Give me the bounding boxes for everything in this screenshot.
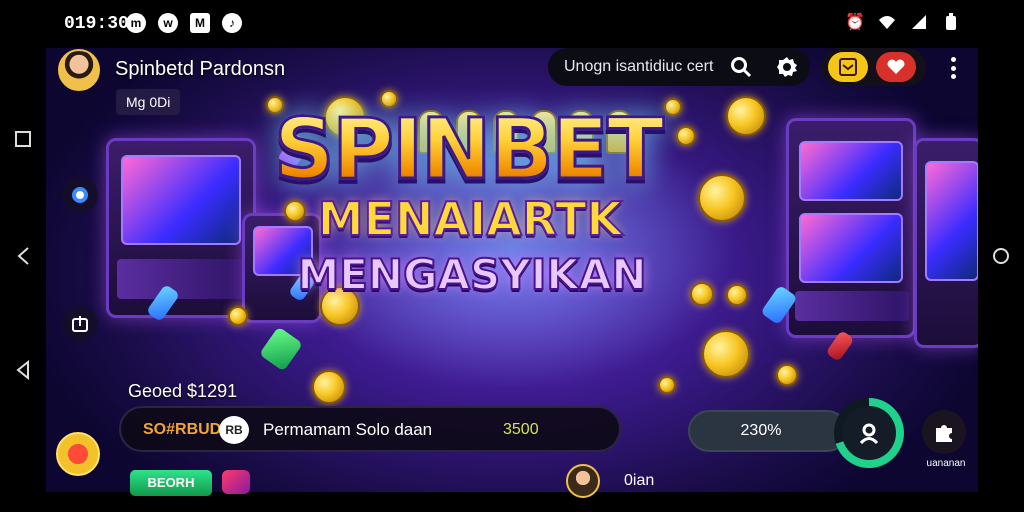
player-tag: Mg 0Di xyxy=(116,89,181,115)
chip-avatar-icon[interactable] xyxy=(56,432,100,476)
gift-icon[interactable] xyxy=(828,52,868,82)
system-nav-left xyxy=(0,0,46,512)
green-action-button[interactable]: BEORH xyxy=(130,470,212,496)
player-avatar[interactable] xyxy=(58,49,100,91)
battery-icon xyxy=(942,13,960,31)
back-icon[interactable] xyxy=(11,244,35,268)
gear-icon[interactable] xyxy=(774,54,800,80)
balance-label: Geoed $1291 xyxy=(128,381,238,401)
status-bar: 019:30 m w M ♪ ⏰ xyxy=(46,0,978,48)
status-time: 019:30 xyxy=(64,14,129,34)
notification-icons: m w M ♪ xyxy=(126,13,242,33)
home-icon[interactable] xyxy=(989,244,1013,268)
slot-cabinet-right-2 xyxy=(914,138,978,348)
slot-cabinet-left xyxy=(106,138,256,318)
back-arrow-icon[interactable] xyxy=(11,358,35,382)
progress-text: 230% xyxy=(740,422,782,439)
search-bar[interactable]: Unogn isantidiuc cert xyxy=(548,48,810,86)
bet-code: SO#RBUD xyxy=(143,421,222,438)
logo-subtitle-2: MENGASYIKAN xyxy=(296,249,647,300)
more-vert-icon[interactable] xyxy=(940,54,966,82)
friend-name: 0ian xyxy=(624,472,655,489)
signal-icon xyxy=(910,13,928,31)
slot-cabinet-right xyxy=(786,118,916,338)
red-chip-icon[interactable] xyxy=(222,470,250,494)
quick-actions xyxy=(822,48,926,86)
bet-badge-icon: RB xyxy=(219,416,249,444)
friend-avatar[interactable] xyxy=(566,464,600,498)
side-share-button[interactable] xyxy=(62,306,98,342)
bet-amount: 3500 xyxy=(503,421,539,438)
puzzle-icon[interactable] xyxy=(922,410,966,454)
user-icon xyxy=(842,406,896,460)
wifi-icon xyxy=(878,13,896,31)
puzzle-label: uananan xyxy=(926,458,966,469)
side-chip-button[interactable] xyxy=(62,177,98,213)
whatsapp-icon: w xyxy=(158,13,178,33)
progress-pill[interactable]: 230% xyxy=(688,410,848,452)
tiktok-icon: ♪ xyxy=(222,13,242,33)
messenger-icon: m xyxy=(126,13,146,33)
heart-icon[interactable] xyxy=(876,52,916,82)
search-icon[interactable] xyxy=(728,54,754,80)
bet-description: Permamam Solo daan xyxy=(263,420,433,439)
profile-button[interactable] xyxy=(834,398,904,468)
system-status-icons: ⏰ xyxy=(845,13,960,31)
logo-title: SPINBET xyxy=(258,99,678,200)
bet-bar[interactable]: SO#RBUD RB Permamam Solo daan 3500 xyxy=(119,406,621,452)
logo-subtitle-1: MENAIARTK xyxy=(317,191,623,247)
system-nav-right xyxy=(978,0,1024,512)
gmail-icon: M xyxy=(190,13,210,33)
alarm-icon: ⏰ xyxy=(845,14,865,31)
recent-apps-icon[interactable] xyxy=(11,127,35,151)
search-input[interactable]: Unogn isantidiuc cert xyxy=(564,58,724,76)
player-name: Spinbetd Pardonsn xyxy=(115,58,286,80)
